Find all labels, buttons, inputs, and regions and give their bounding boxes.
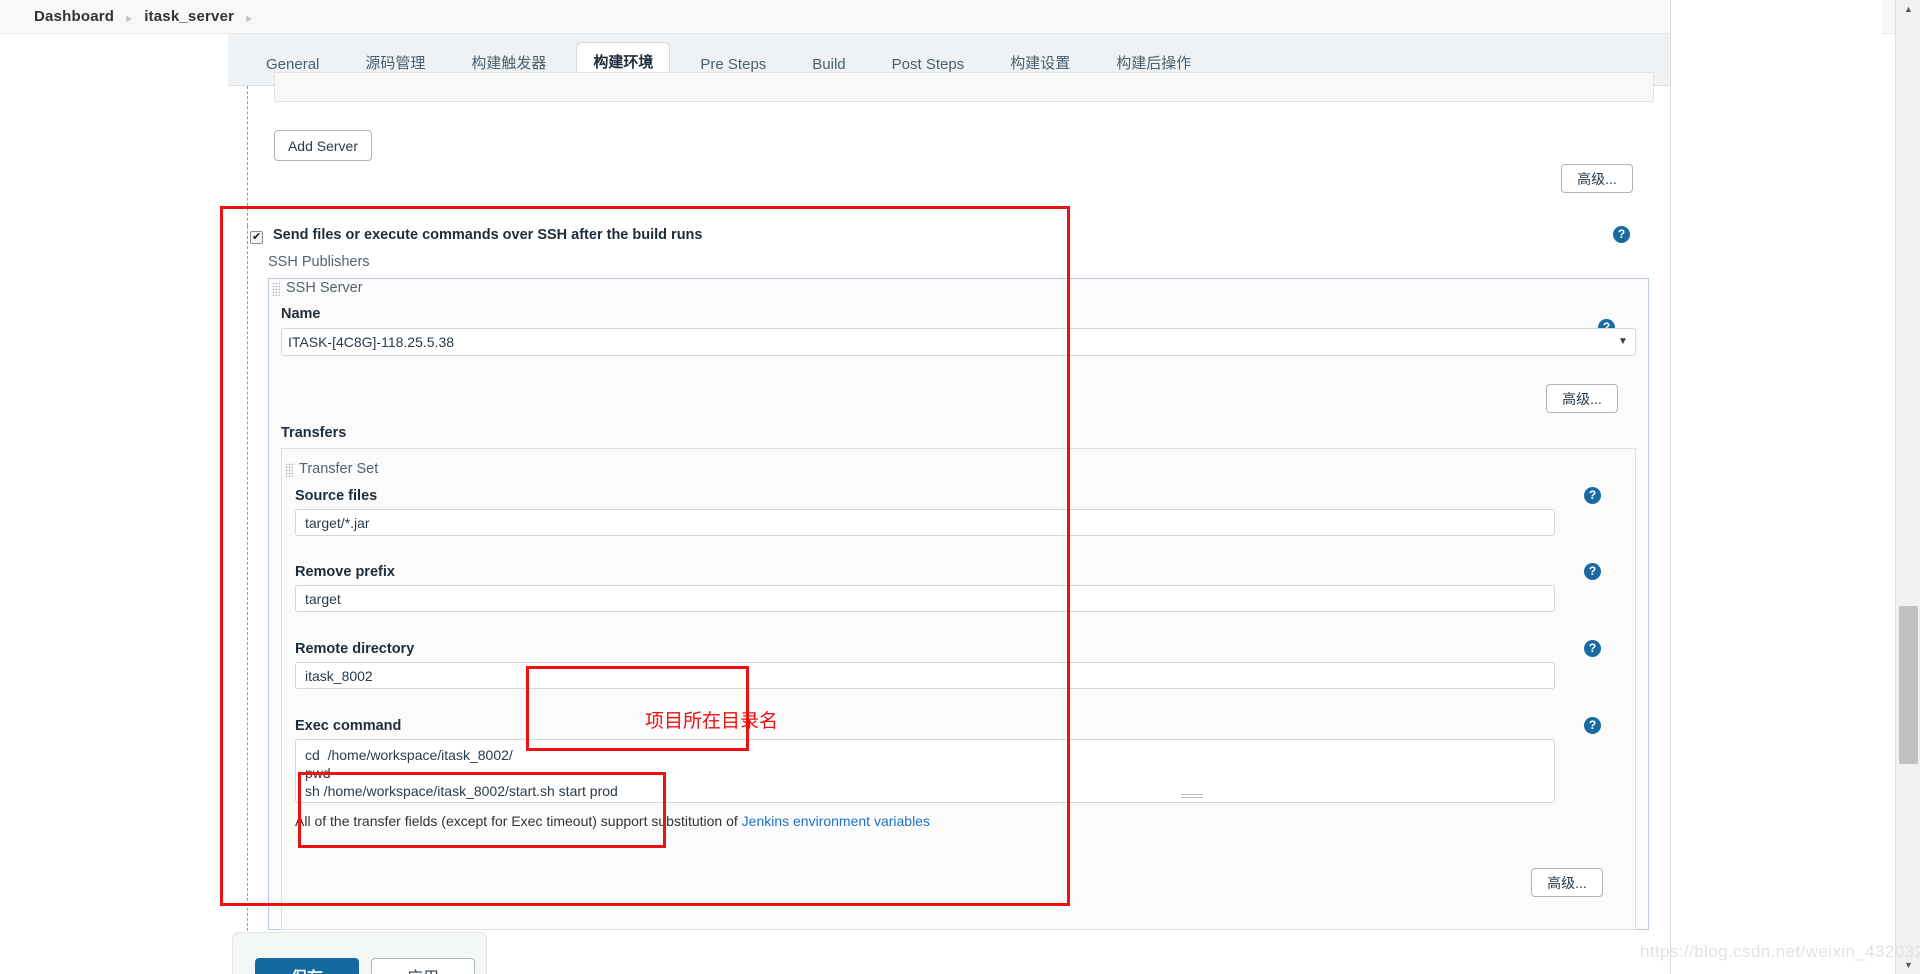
breadcrumb-dropdown-icon[interactable]: ▸ [246,11,252,25]
advanced-button-top[interactable]: 高级... [1561,164,1633,193]
previous-server-panel [274,72,1654,102]
remove-prefix-input[interactable] [295,585,1555,612]
page-scrollbar-thumb[interactable] [1899,606,1918,764]
breadcrumb-item-dashboard[interactable]: Dashboard [34,8,114,25]
right-rail [1670,0,1882,974]
build-environment-form: Add Server 高级... Send files or execute c… [228,72,1670,974]
remove-prefix-label: Remove prefix [295,564,395,580]
transfer-fields-note-text: All of the transfer fields (except for E… [295,813,742,829]
watermark: https://blog.csdn.net/weixin_43203276 [1640,942,1920,961]
ssh-server-drag-handle[interactable] [272,282,280,296]
help-icon-exec-command[interactable]: ? [1584,717,1601,734]
exec-command-label: Exec command [295,718,402,734]
send-files-over-ssh-label[interactable]: Send files or execute commands over SSH … [273,227,702,243]
ssh-publishers-title: SSH Publishers [268,254,370,270]
breadcrumb-item-job[interactable]: itask_server [144,8,234,25]
source-files-label: Source files [295,488,378,504]
source-files-input[interactable] [295,509,1555,536]
save-apply-bar: 保存 应用 [232,932,487,974]
advanced-button-server[interactable]: 高级... [1546,384,1618,413]
help-icon-remote-directory[interactable]: ? [1584,640,1601,657]
apply-button[interactable]: 应用 [371,958,475,974]
transfer-fields-note: All of the transfer fields (except for E… [295,813,930,829]
jenkins-environment-variables-link[interactable]: Jenkins environment variables [742,813,930,829]
add-server-button[interactable]: Add Server [274,130,372,161]
form-indent-guide-top [247,86,248,226]
save-button[interactable]: 保存 [255,958,359,974]
breadcrumb: Dashboard ▸ itask_server ▸ [0,0,1920,34]
name-label: Name [281,306,321,322]
transfer-set-title: Transfer Set [299,461,379,477]
page-scrollbar[interactable]: ▲ ▼ [1895,0,1920,974]
ssh-server-name-select[interactable]: ITASK-[4C8G]-118.25.5.38 [281,328,1636,356]
scroll-up-arrow-icon[interactable]: ▲ [1896,0,1920,18]
breadcrumb-separator-icon: ▸ [126,10,133,25]
left-gutter [0,34,228,974]
help-icon-ssh-publisher[interactable]: ? [1613,226,1630,243]
transfer-set-drag-handle[interactable] [285,463,293,477]
help-icon-source-files[interactable]: ? [1584,487,1601,504]
exec-command-textarea[interactable]: cd /home/workspace/itask_8002/ pwd sh /h… [295,739,1555,803]
advanced-button-transfer-set[interactable]: 高级... [1531,868,1603,897]
help-icon-remove-prefix[interactable]: ? [1584,563,1601,580]
form-indent-guide-bottom [247,226,248,956]
send-files-over-ssh-checkbox[interactable] [250,230,263,244]
ssh-server-title: SSH Server [286,280,363,296]
remote-directory-input[interactable] [295,662,1555,689]
remote-directory-label: Remote directory [295,641,415,657]
transfers-label: Transfers [281,425,347,441]
